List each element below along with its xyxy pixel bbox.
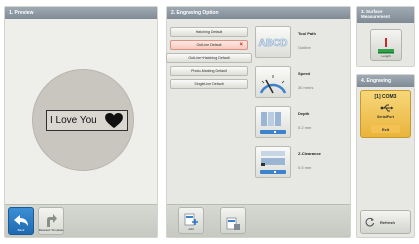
param-depth[interactable]: Depth 0.2 mm xyxy=(255,105,347,141)
tool-path-title: Tool Path xyxy=(298,31,316,36)
depth-title: Depth xyxy=(298,111,310,116)
tool-path-value: Outline xyxy=(298,45,311,50)
param-speed[interactable]: Speed 30 mm/s xyxy=(255,65,347,101)
exit-button[interactable]: Exit xyxy=(371,125,400,133)
engrave-text: I Love You xyxy=(50,115,97,126)
com-port-name: [1] COM3 xyxy=(374,94,397,100)
method-photo-marking-default[interactable]: Photo-Marking Default xyxy=(170,66,248,76)
method-label: OutLine+Hatching Default xyxy=(188,56,230,60)
param-z-clearance[interactable]: Z-Clearance 0.5 mm xyxy=(255,145,347,181)
speed-gauge-icon xyxy=(255,66,291,98)
z-clearance-icon xyxy=(255,146,291,178)
refresh-label: Refresh xyxy=(380,219,395,225)
heart-icon xyxy=(105,113,123,129)
surface-measurement-panel: 3. Surface Measurement Length xyxy=(356,6,415,67)
delete-icon[interactable]: × xyxy=(239,42,243,48)
method-list: Hatching Default OutLine Default × OutLi… xyxy=(166,27,252,92)
method-label: OutLine Default xyxy=(196,43,222,47)
method-outline-default[interactable]: OutLine Default × xyxy=(170,40,248,50)
method-singleline-default[interactable]: SingleLine Default xyxy=(170,79,248,89)
add-option-label: Add xyxy=(188,227,194,231)
engraving-option-footer: Add xyxy=(167,204,350,237)
tool-path-icon: ABCD xyxy=(255,26,291,58)
usb-icon xyxy=(380,104,394,112)
reselect-template-button[interactable]: Reselect Template xyxy=(38,207,64,235)
z-clearance-title: Z-Clearance xyxy=(298,151,321,156)
engrave-text-box[interactable]: I Love You xyxy=(46,110,128,131)
back-arrow-icon xyxy=(14,215,28,226)
exit-label: Exit xyxy=(381,126,390,132)
speed-title: Speed xyxy=(298,71,311,76)
back-label: Back xyxy=(17,228,25,232)
method-outline-hatching-default[interactable]: OutLine+Hatching Default xyxy=(166,53,252,63)
port-type: SerialPort xyxy=(377,115,394,119)
back-button[interactable]: Back xyxy=(8,207,34,235)
com-port-card[interactable]: [1] COM3 SerialPort Exit xyxy=(360,90,411,138)
svg-text:ABCD: ABCD xyxy=(259,38,288,49)
save-page-icon xyxy=(226,217,240,230)
method-label: Hatching Default xyxy=(195,30,223,34)
method-hatching-default[interactable]: Hatching Default xyxy=(170,27,248,37)
add-page-icon xyxy=(184,213,198,226)
measure-length-label: Length xyxy=(381,54,391,58)
redo-arrow-icon xyxy=(47,214,57,227)
param-tool-path[interactable]: ABCD Tool Path Outline xyxy=(255,25,347,61)
save-option-button[interactable] xyxy=(220,207,246,234)
z-clearance-value: 0.5 mm xyxy=(298,165,312,170)
engraving-panel: 4. Engraving [1] COM3 SerialPort Exit Re… xyxy=(356,74,415,238)
speed-value: 30 mm/s xyxy=(298,85,314,90)
depth-icon xyxy=(255,106,291,138)
engraving-option-title: 2. Engraving Option xyxy=(167,7,350,19)
preview-title: 1. Preview xyxy=(5,7,157,19)
add-option-button[interactable]: Add xyxy=(178,207,204,234)
surface-measurement-title: 3. Surface Measurement xyxy=(357,7,414,23)
probe-icon xyxy=(378,38,394,54)
refresh-button[interactable]: Refresh xyxy=(360,210,411,234)
engrave-disc: I Love You xyxy=(32,69,134,171)
preview-panel: 1. Preview I Love You Back Reselect Temp… xyxy=(4,6,158,238)
method-label: SingleLine Default xyxy=(194,82,224,86)
depth-value: 0.2 mm xyxy=(298,125,312,130)
measure-length-button[interactable]: Length xyxy=(370,29,402,61)
refresh-icon xyxy=(365,217,375,227)
engraving-title: 4. Engraving xyxy=(357,75,414,87)
method-label: Photo-Marking Default xyxy=(191,69,227,73)
engraving-option-panel: 2. Engraving Option Hatching Default Out… xyxy=(166,6,351,238)
preview-footer: Back Reselect Template xyxy=(5,204,157,237)
reselect-template-label: Reselect Template xyxy=(38,228,64,232)
preview-canvas[interactable]: I Love You xyxy=(5,19,157,204)
